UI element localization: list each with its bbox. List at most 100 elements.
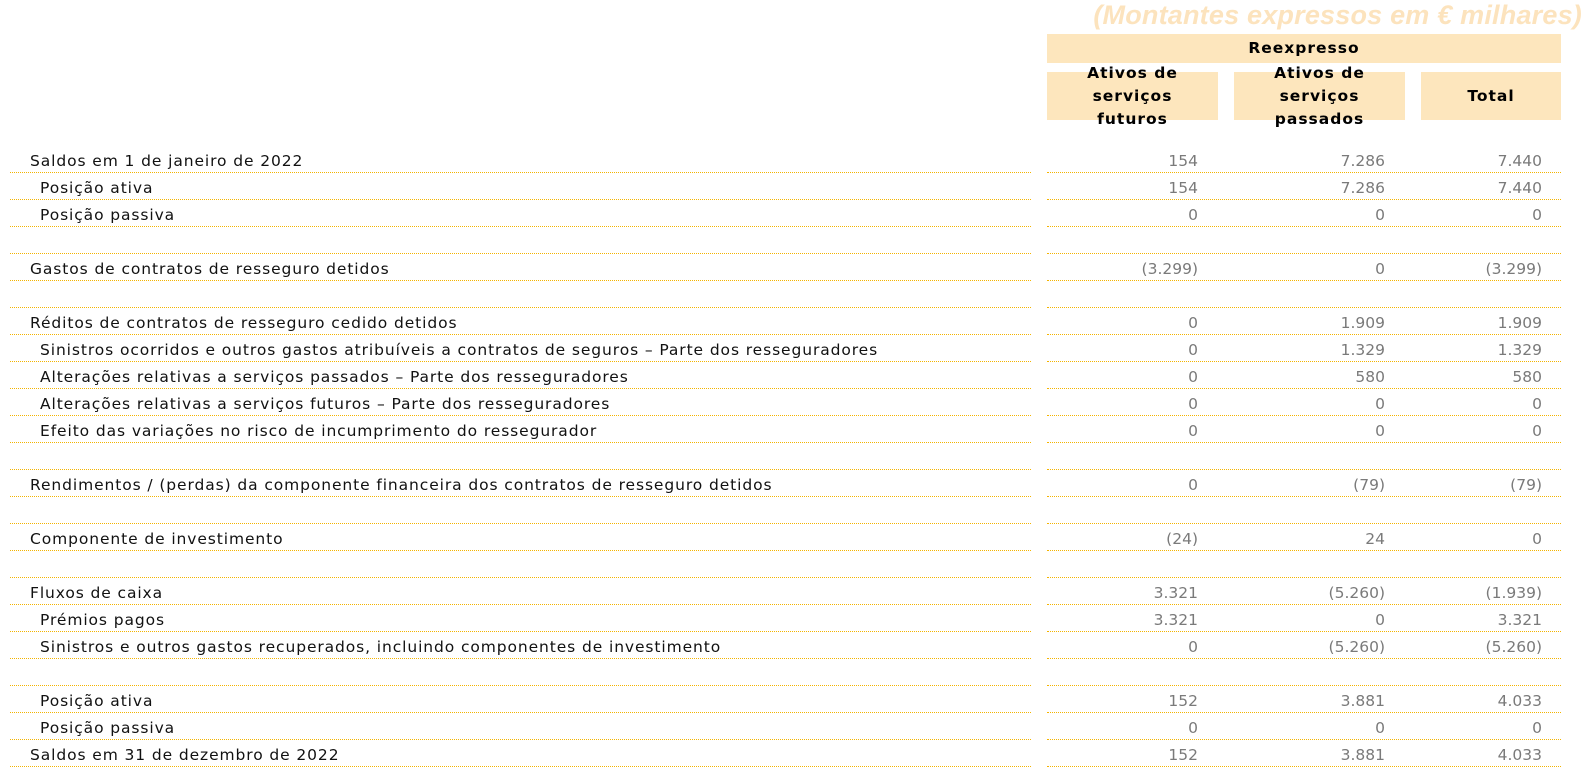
row-label: Componente de investimento <box>30 530 284 548</box>
table-row: Saldos em 31 de dezembro de 2022 152 3.881… <box>0 740 1590 767</box>
table-row: Efeito das variações no risco de incumpr… <box>0 416 1590 443</box>
value-past-services: 0 <box>1375 422 1385 440</box>
value-total: (5.260) <box>1485 638 1542 656</box>
row-label: Alterações relativas a serviços passados… <box>40 368 629 386</box>
value-past-services: 3.881 <box>1340 692 1385 710</box>
table-row: Posição ativa 152 3.881 4.033 <box>0 686 1590 713</box>
value-future-services: (3.299) <box>1141 260 1198 278</box>
value-total: 0 <box>1532 206 1542 224</box>
value-total: 3.321 <box>1497 611 1542 629</box>
column-header-line: Total <box>1467 86 1515 105</box>
row-label: Rendimentos / (perdas) da componente fin… <box>30 476 773 494</box>
value-future-services: (24) <box>1166 530 1198 548</box>
value-total: 0 <box>1532 530 1542 548</box>
column-header-line: passados <box>1274 109 1365 128</box>
value-total: (3.299) <box>1485 260 1542 278</box>
value-total: (79) <box>1510 476 1542 494</box>
value-total: (1.939) <box>1485 584 1542 602</box>
value-total: 1.329 <box>1497 341 1542 359</box>
spacer-row <box>0 551 1590 578</box>
column-header-line: futuros <box>1097 109 1168 128</box>
row-label: Efeito das variações no risco de incumpr… <box>40 422 598 440</box>
value-future-services: 0 <box>1188 719 1198 737</box>
value-past-services: 0 <box>1375 395 1385 413</box>
value-past-services: 0 <box>1375 260 1385 278</box>
units-note: (Montantes expressos em € milhares) <box>1093 0 1582 30</box>
value-past-services: 3.881 <box>1340 746 1385 764</box>
value-future-services: 3.321 <box>1153 611 1198 629</box>
row-label: Sinistros e outros gastos recuperados, i… <box>40 638 722 656</box>
row-label: Saldos em 31 de dezembro de 2022 <box>30 746 340 764</box>
value-future-services: 3.321 <box>1153 584 1198 602</box>
value-past-services: (5.260) <box>1328 638 1385 656</box>
value-future-services: 0 <box>1188 422 1198 440</box>
row-label: Posição ativa <box>40 179 154 197</box>
value-future-services: 152 <box>1168 746 1198 764</box>
table-row: Prémios pagos 3.321 0 3.321 <box>0 605 1590 632</box>
value-past-services: 0 <box>1375 611 1385 629</box>
table-row: Posição passiva 0 0 0 <box>0 200 1590 227</box>
table-row: Componente de investimento (24) 24 0 <box>0 524 1590 551</box>
table-row: Sinistros e outros gastos recuperados, i… <box>0 632 1590 659</box>
table-row: Saldos em 1 de janeiro de 2022 154 7.286 7.… <box>0 146 1590 173</box>
reconciliation-table: Saldos em 1 de janeiro de 2022 154 7.286 7.… <box>0 146 1590 767</box>
table-row: Rendimentos / (perdas) da componente fin… <box>0 470 1590 497</box>
value-total: 0 <box>1532 719 1542 737</box>
row-label: Réditos de contratos de resseguro cedido… <box>30 314 458 332</box>
row-label: Alterações relativas a serviços futuros … <box>40 395 611 413</box>
value-total: 0 <box>1532 395 1542 413</box>
table-row: Sinistros ocorridos e outros gastos atri… <box>0 335 1590 362</box>
row-label: Sinistros ocorridos e outros gastos atri… <box>40 341 879 359</box>
row-label: Fluxos de caixa <box>30 584 164 602</box>
value-future-services: 152 <box>1168 692 1198 710</box>
value-future-services: 0 <box>1188 476 1198 494</box>
value-future-services: 154 <box>1168 152 1198 170</box>
row-divider <box>1047 766 1561 767</box>
value-past-services: 580 <box>1355 368 1385 386</box>
value-past-services: 0 <box>1375 719 1385 737</box>
value-total: 4.033 <box>1497 692 1542 710</box>
row-label: Posição passiva <box>40 206 176 224</box>
value-past-services: 1.909 <box>1340 314 1385 332</box>
table-row: Alterações relativas a serviços passados… <box>0 362 1590 389</box>
column-header-past-services: Ativos de serviços passados <box>1234 64 1405 128</box>
value-future-services: 0 <box>1188 341 1198 359</box>
table-row: Fluxos de caixa 3.321 (5.260) (1.939) <box>0 578 1590 605</box>
table-row: Posição ativa 154 7.286 7.440 <box>0 173 1590 200</box>
spacer-row <box>0 227 1590 254</box>
value-total: 0 <box>1532 422 1542 440</box>
value-total: 7.440 <box>1497 152 1542 170</box>
value-future-services: 0 <box>1188 395 1198 413</box>
spacer-row <box>0 497 1590 524</box>
spacer-row <box>0 443 1590 470</box>
row-label: Gastos de contratos de resseguro detidos <box>30 260 390 278</box>
table-row: Gastos de contratos de resseguro detidos… <box>0 254 1590 281</box>
row-label: Saldos em 1 de janeiro de 2022 <box>30 152 304 170</box>
value-total: 7.440 <box>1497 179 1542 197</box>
value-future-services: 0 <box>1188 638 1198 656</box>
value-past-services: (79) <box>1353 476 1385 494</box>
column-header-line: Ativos de serviços <box>1087 63 1178 105</box>
row-label: Prémios pagos <box>40 611 165 629</box>
column-header-total: Total <box>1421 72 1561 120</box>
value-future-services: 154 <box>1168 179 1198 197</box>
value-future-services: 0 <box>1188 314 1198 332</box>
row-label: Posição ativa <box>40 692 154 710</box>
column-header-future-services: Ativos de serviços futuros <box>1047 64 1218 128</box>
value-past-services: 0 <box>1375 206 1385 224</box>
value-future-services: 0 <box>1188 368 1198 386</box>
value-total: 4.033 <box>1497 746 1542 764</box>
table-row: Réditos de contratos de resseguro cedido… <box>0 308 1590 335</box>
table-row: Posição passiva 0 0 0 <box>0 713 1590 740</box>
table-row: Alterações relativas a serviços futuros … <box>0 389 1590 416</box>
spacer-row <box>0 281 1590 308</box>
value-past-services: 7.286 <box>1340 179 1385 197</box>
value-past-services: 1.329 <box>1340 341 1385 359</box>
row-divider <box>10 766 1031 767</box>
value-past-services: 7.286 <box>1340 152 1385 170</box>
value-total: 580 <box>1512 368 1542 386</box>
spacer-row <box>0 659 1590 686</box>
value-future-services: 0 <box>1188 206 1198 224</box>
value-total: 1.909 <box>1497 314 1542 332</box>
column-header-line: Ativos de serviços <box>1274 63 1365 105</box>
